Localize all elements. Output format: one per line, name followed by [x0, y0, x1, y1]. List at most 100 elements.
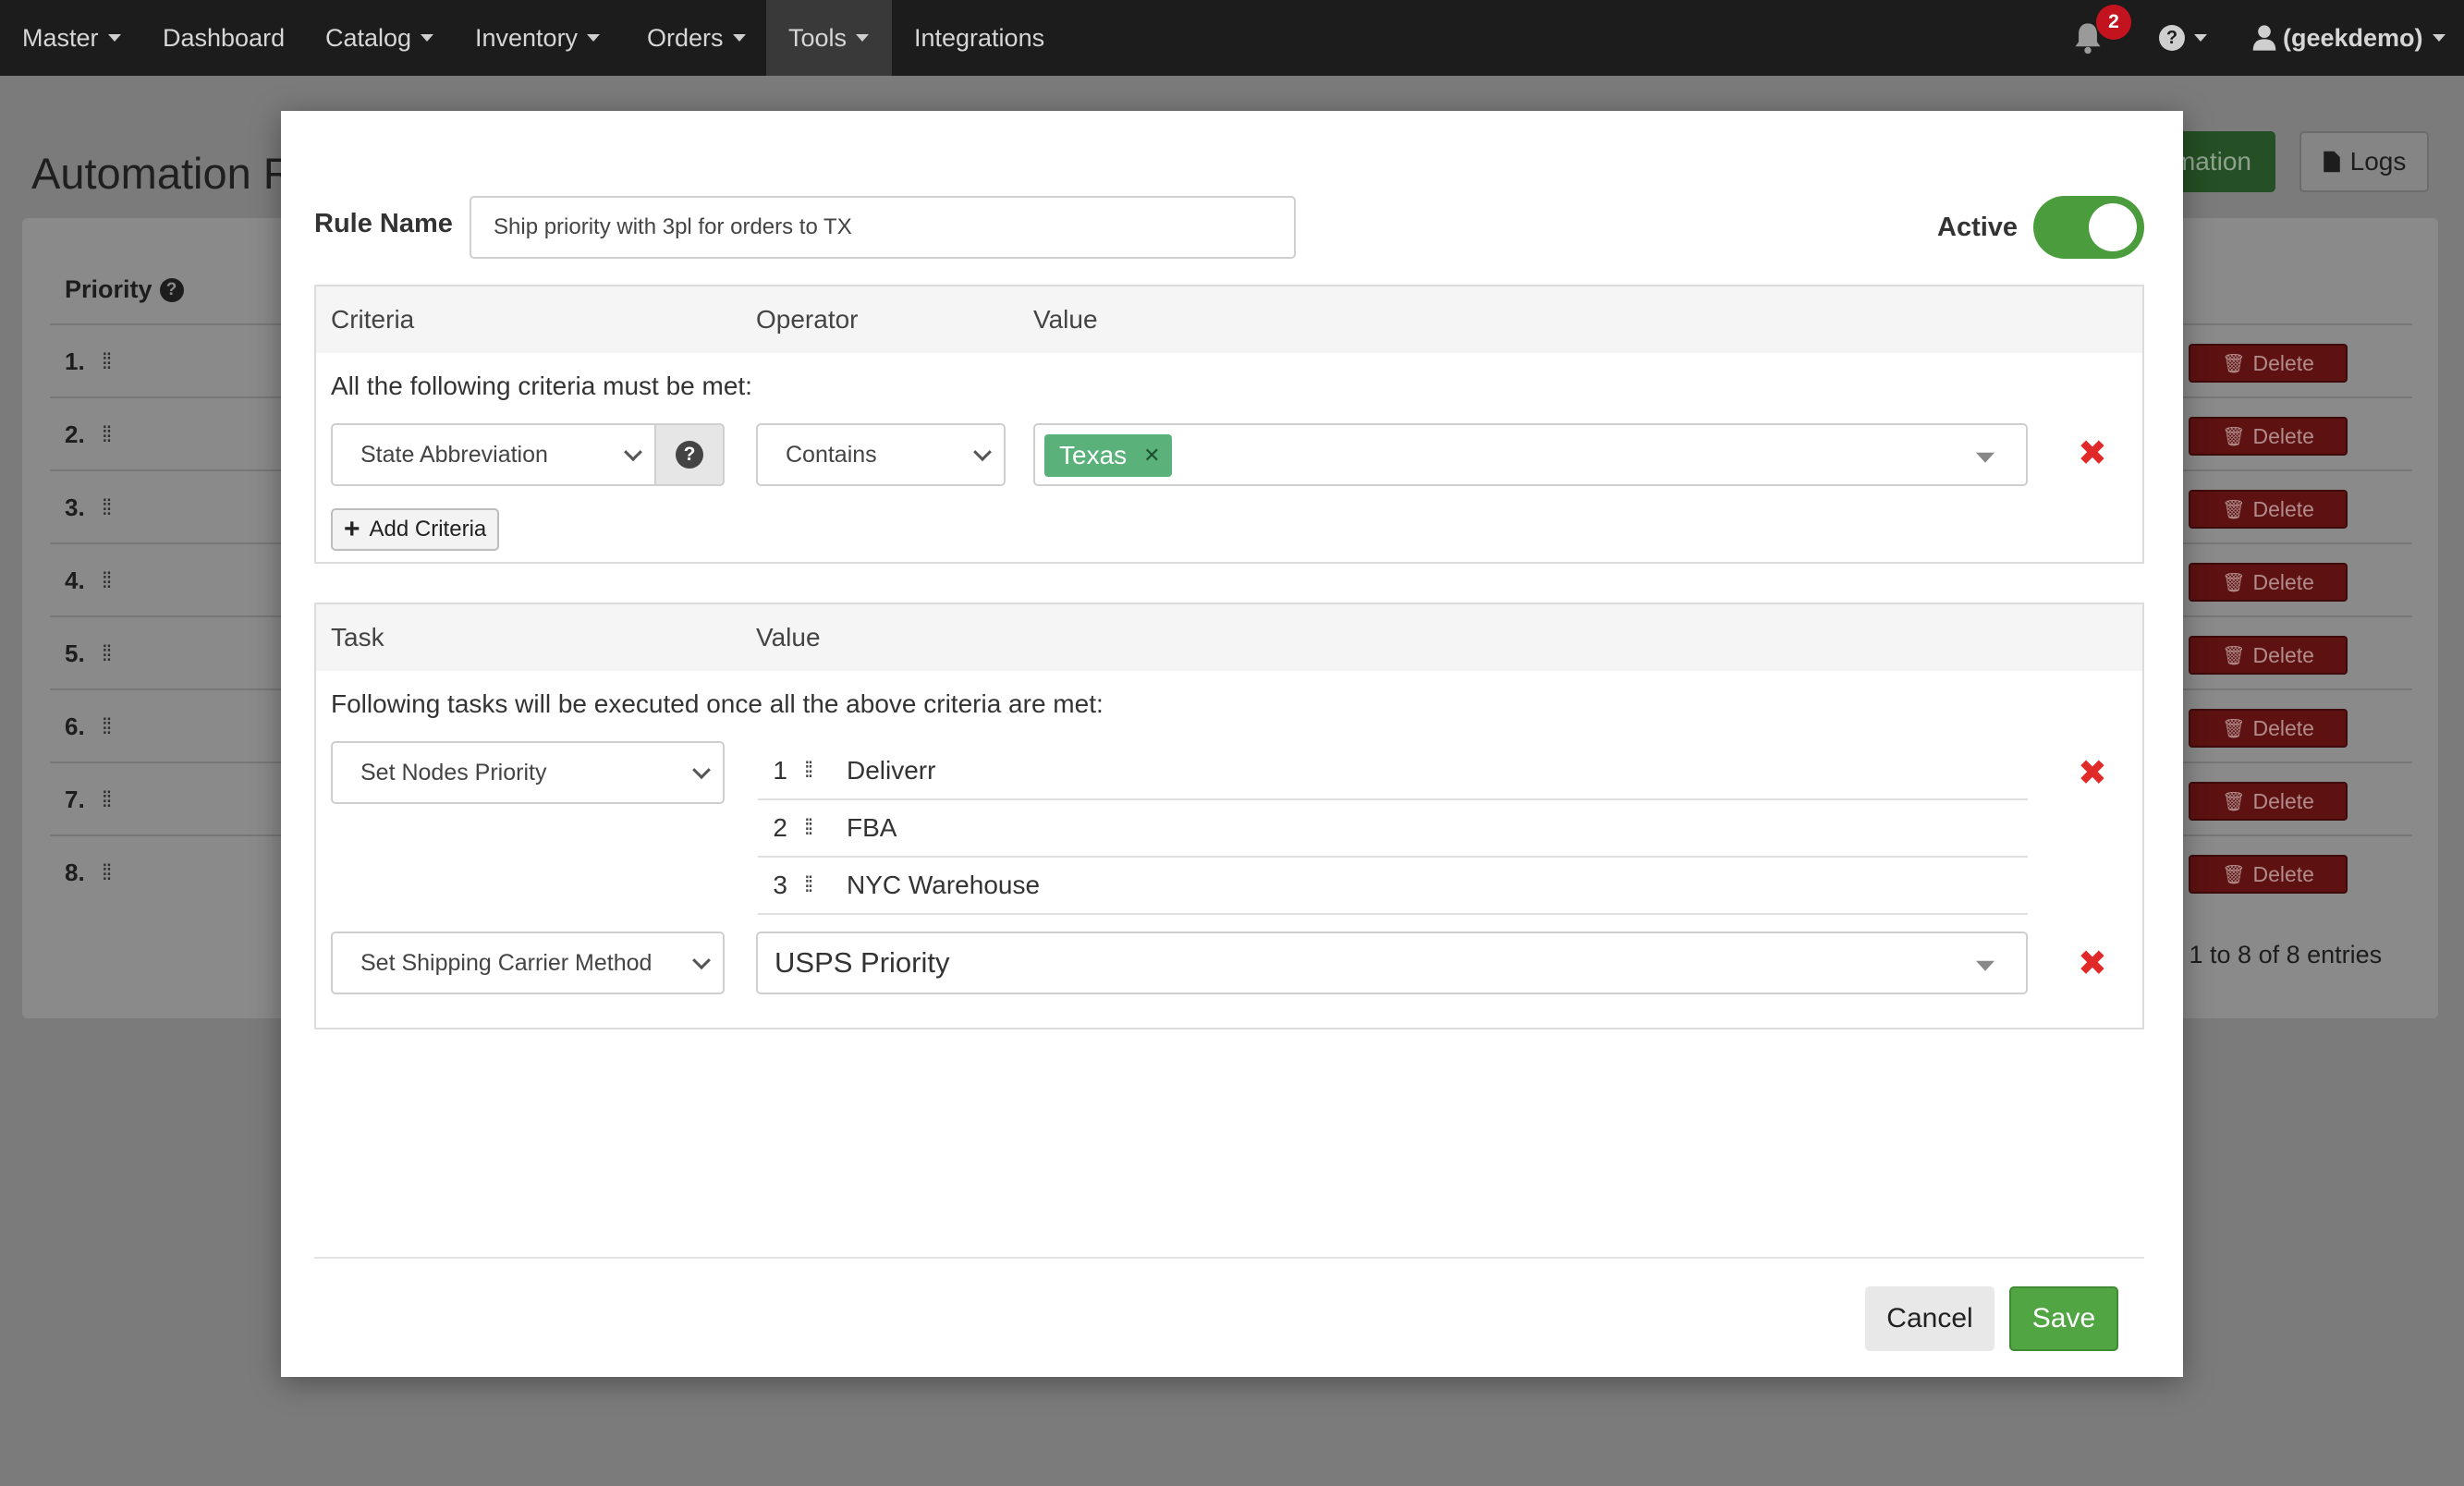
drag-handle-icon[interactable]: ⁞⁞ — [102, 349, 112, 375]
task-select-shipping-carrier[interactable]: Set Shipping Carrier Method — [331, 932, 725, 994]
drag-handle-icon[interactable]: ⁞⁞ — [102, 422, 112, 448]
delete-button-label: Delete — [2252, 861, 2314, 886]
delete-button[interactable]: 🗑 Delete — [2189, 782, 2348, 821]
add-criteria-button[interactable]: + Add Criteria — [331, 508, 499, 551]
active-toggle[interactable] — [2033, 196, 2144, 259]
drag-handle-icon[interactable]: ⁞⁞ — [102, 641, 112, 667]
criteria-section: Criteria Operator Value All the followin… — [314, 285, 2144, 564]
nav-integrations[interactable]: Integrations — [892, 0, 1067, 76]
chevron-down-icon — [692, 951, 711, 970]
caret-down-icon — [2194, 34, 2207, 42]
row-priority-number: 4. — [65, 566, 85, 594]
operator-select[interactable]: Contains — [756, 423, 1006, 486]
nav-tools-label: Tools — [788, 23, 848, 52]
question-circle-icon: ? — [159, 277, 184, 302]
node-priority-row[interactable]: 3 ⁞⁞ NYC Warehouse — [758, 858, 2028, 915]
dropdown-arrow-icon — [1976, 960, 1994, 971]
nav-dashboard[interactable]: Dashboard — [140, 0, 307, 76]
nav-master[interactable]: Master — [0, 0, 143, 76]
nav-orders[interactable]: Orders — [625, 0, 768, 76]
node-rank: 2 — [773, 813, 787, 842]
priority-column-header: Priority ? — [65, 275, 184, 304]
task-select-nodes-priority[interactable]: Set Nodes Priority — [331, 741, 725, 804]
remove-tag-icon[interactable]: ✕ — [1143, 444, 1160, 468]
notification-count-badge: 2 — [2096, 5, 2131, 40]
caret-down-icon — [587, 34, 601, 42]
nav-master-label: Master — [22, 23, 99, 52]
caret-down-icon — [421, 34, 434, 42]
delete-button[interactable]: 🗑 Delete — [2189, 855, 2348, 894]
drag-handle-icon[interactable]: ⁞⁞ — [804, 872, 839, 898]
row-priority-number: 1. — [65, 347, 85, 375]
rule-name-input[interactable]: Ship priority with 3pl for orders to TX — [470, 196, 1296, 259]
delete-button[interactable]: 🗑 Delete — [2189, 344, 2348, 383]
save-button[interactable]: Save — [2009, 1286, 2118, 1351]
delete-button[interactable]: 🗑 Delete — [2189, 636, 2348, 675]
plus-icon: + — [344, 514, 360, 544]
trash-icon: 🗑 — [2222, 499, 2246, 520]
task1-value: Set Nodes Priority — [360, 759, 547, 786]
file-icon — [2323, 151, 2340, 173]
criteria-help-button[interactable]: ? — [654, 423, 725, 486]
dropdown-arrow-icon — [1976, 452, 1994, 463]
delete-button[interactable]: 🗑 Delete — [2189, 709, 2348, 748]
row-priority-number: 2. — [65, 420, 85, 448]
task-intro-text: Following tasks will be executed once al… — [331, 689, 1104, 718]
row-priority-number: 8. — [65, 859, 85, 886]
remove-task-icon[interactable]: ✖ — [2078, 752, 2107, 794]
criteria-field-select[interactable]: State Abbreviation — [331, 423, 656, 486]
nav-catalog[interactable]: Catalog — [303, 0, 456, 76]
node-rank: 1 — [773, 756, 787, 785]
trash-icon: 🗑 — [2222, 645, 2246, 666]
drag-handle-icon[interactable]: ⁞⁞ — [102, 714, 112, 740]
page-title: Automation R — [31, 149, 295, 198]
nav-inventory-label: Inventory — [475, 23, 579, 52]
node-label: Deliverr — [847, 756, 936, 785]
rule-name-label: Rule Name — [314, 209, 453, 238]
user-menu[interactable]: (geekdemo) — [2251, 0, 2446, 76]
trash-icon: 🗑 — [2222, 426, 2246, 447]
delete-button[interactable]: 🗑 Delete — [2189, 417, 2348, 456]
criteria-header-row: Criteria Operator Value — [316, 286, 2142, 353]
help-menu[interactable]: ? — [2159, 0, 2207, 76]
logs-button[interactable]: Logs — [2299, 131, 2429, 192]
task-column-header: Task — [331, 623, 384, 652]
drag-handle-icon[interactable]: ⁞⁞ — [102, 568, 112, 594]
nav-tools[interactable]: Tools — [766, 0, 892, 76]
drag-handle-icon[interactable]: ⁞⁞ — [102, 787, 112, 813]
caret-down-icon — [732, 34, 746, 42]
nav-inventory[interactable]: Inventory — [453, 0, 622, 76]
criteria-intro-text: All the following criteria must be met: — [331, 372, 752, 400]
value-tag-label: Texas — [1059, 441, 1128, 469]
remove-task-icon[interactable]: ✖ — [2078, 943, 2107, 984]
criteria-value-multiselect[interactable]: Texas ✕ — [1033, 423, 2028, 486]
remove-criteria-icon[interactable]: ✖ — [2078, 432, 2107, 474]
drag-handle-icon[interactable]: ⁞⁞ — [804, 815, 839, 841]
node-label: FBA — [847, 813, 897, 842]
cancel-button[interactable]: Cancel — [1865, 1286, 1994, 1351]
add-criteria-label: Add Criteria — [369, 517, 487, 542]
row-priority-number: 5. — [65, 639, 85, 667]
node-priority-row[interactable]: 1 ⁞⁞ Deliverr — [758, 743, 2028, 800]
delete-button-label: Delete — [2252, 569, 2314, 594]
delete-button-label: Delete — [2252, 496, 2314, 521]
row-priority-number: 6. — [65, 713, 85, 740]
delete-button-label: Delete — [2252, 642, 2314, 667]
operator-value: Contains — [786, 441, 877, 468]
drag-handle-icon[interactable]: ⁞⁞ — [102, 860, 112, 886]
delete-button[interactable]: 🗑 Delete — [2189, 563, 2348, 602]
drag-handle-icon[interactable]: ⁞⁞ — [102, 495, 112, 521]
delete-button-label: Delete — [2252, 788, 2314, 813]
trash-icon: 🗑 — [2222, 572, 2246, 593]
nav-catalog-label: Catalog — [325, 23, 412, 52]
shipping-method-select[interactable]: USPS Priority — [756, 932, 2028, 994]
drag-handle-icon[interactable]: ⁞⁞ — [804, 758, 839, 784]
nav-orders-label: Orders — [647, 23, 724, 52]
chevron-down-icon — [973, 443, 992, 462]
top-navbar: Master Dashboard Catalog Inventory Order… — [0, 0, 2464, 76]
delete-button[interactable]: 🗑 Delete — [2189, 490, 2348, 529]
value-tag-texas: Texas ✕ — [1044, 434, 1172, 477]
task-value-column-header: Value — [756, 623, 821, 652]
priority-header-label: Priority — [65, 275, 152, 303]
node-priority-row[interactable]: 2 ⁞⁞ FBA — [758, 800, 2028, 858]
